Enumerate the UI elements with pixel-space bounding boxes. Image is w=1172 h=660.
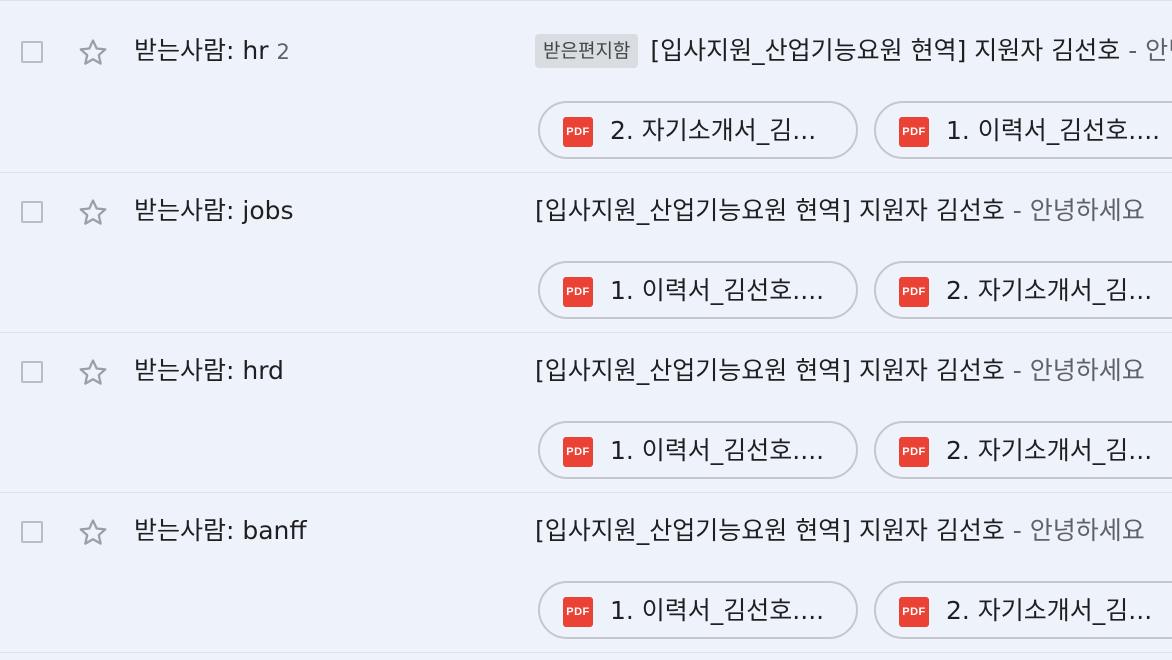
star-icon[interactable] (76, 356, 110, 390)
recipient-name: 받는사람: hrd (134, 356, 284, 385)
attachment-chip[interactable]: PDF 2. 자기소개서_김... (874, 581, 1172, 639)
email-row[interactable]: 받는사람: jobs [입사지원_산업기능요원 현역] 지원자 김선호 - 안녕… (0, 173, 1172, 333)
recipient-name: 받는사람: banff (134, 516, 307, 545)
pdf-icon: PDF (899, 437, 929, 467)
select-checkbox[interactable] (21, 521, 43, 543)
subject-line: 받은편지함 [입사지원_산업기능요원 현역] 지원자 김선호 - 안녕하세요 (535, 33, 1172, 69)
recipient: 받는사람: banff (134, 513, 307, 549)
snippet: - 안녕하세요 (1004, 356, 1145, 385)
subject: [입사지원_산업기능요원 현역] 지원자 김선호 (535, 516, 1005, 545)
attachment-chip[interactable]: PDF 2. 자기소개서_김... (538, 101, 858, 159)
star-icon[interactable] (76, 36, 110, 70)
select-checkbox[interactable] (21, 41, 43, 63)
pdf-icon: PDF (563, 117, 593, 147)
pdf-icon: PDF (899, 277, 929, 307)
pdf-icon: PDF (563, 437, 593, 467)
subject: [입사지원_산업기능요원 현역] 지원자 김선호 (535, 356, 1005, 385)
select-checkbox[interactable] (21, 361, 43, 383)
attachment-chip[interactable]: PDF 1. 이력서_김선호.... (538, 261, 858, 319)
attachment-name: 1. 이력서_김선호.... (610, 436, 825, 465)
star-icon[interactable] (76, 196, 110, 230)
recipient-name: 받는사람: jobs (134, 196, 294, 225)
snippet: - 안녕하세요 (1004, 516, 1145, 545)
attachment-name: 2. 자기소개서_김... (946, 596, 1153, 625)
attachment-chip[interactable]: PDF 2. 자기소개서_김... (874, 421, 1172, 479)
attachment-name: 2. 자기소개서_김... (946, 276, 1153, 305)
recipient: 받는사람: jobs (134, 193, 294, 229)
select-checkbox[interactable] (21, 201, 43, 223)
attachment-name: 1. 이력서_김선호.... (610, 276, 825, 305)
snippet: - 안녕하세요 (1128, 36, 1172, 65)
attachment-name: 1. 이력서_김선호.... (610, 596, 825, 625)
attachment-name: 1. 이력서_김선호.... (946, 116, 1161, 145)
thread-count: 2 (276, 40, 290, 64)
subject-line: [입사지원_산업기능요원 현역] 지원자 김선호 - 안녕하세요 (535, 353, 1145, 389)
pdf-icon: PDF (899, 597, 929, 627)
recipient: 받는사람: hrd (134, 353, 284, 389)
pdf-icon: PDF (563, 277, 593, 307)
inbox-label[interactable]: 받은편지함 (535, 34, 639, 68)
attachment-chip[interactable]: PDF 2. 자기소개서_김... (874, 261, 1172, 319)
recipient: 받는사람: hr 2 (134, 33, 290, 70)
attachment-name: 2. 자기소개서_김... (610, 116, 817, 145)
attachment-chip[interactable]: PDF 1. 이력서_김선호.... (874, 101, 1172, 159)
subject: [입사지원_산업기능요원 현역] 지원자 김선호 (650, 36, 1121, 65)
subject: [입사지원_산업기능요원 현역] 지원자 김선호 (535, 196, 1005, 225)
attachment-chip[interactable]: PDF 1. 이력서_김선호.... (538, 421, 858, 479)
email-list: 받는사람: hr 2 받은편지함 [입사지원_산업기능요원 현역] 지원자 김선호 … (0, 0, 1172, 660)
snippet: - 안녕하세요 (1004, 196, 1145, 225)
recipient-name: 받는사람: hr (134, 36, 269, 65)
email-row[interactable]: 받는사람: hr 2 받은편지함 [입사지원_산업기능요원 현역] 지원자 김선호 … (0, 13, 1172, 173)
attachment-name: 2. 자기소개서_김... (946, 436, 1153, 465)
pdf-icon: PDF (899, 117, 929, 147)
email-row[interactable]: 받는사람: banff [입사지원_산업기능요원 현역] 지원자 김선호 - 안… (0, 493, 1172, 653)
star-icon[interactable] (76, 516, 110, 550)
email-row[interactable]: 받는사람: hrd [입사지원_산업기능요원 현역] 지원자 김선호 - 안녕하… (0, 333, 1172, 493)
attachment-chip[interactable]: PDF 1. 이력서_김선호.... (538, 581, 858, 639)
subject-line: [입사지원_산업기능요원 현역] 지원자 김선호 - 안녕하세요 (535, 513, 1145, 549)
subject-line: [입사지원_산업기능요원 현역] 지원자 김선호 - 안녕하세요 (535, 193, 1145, 229)
pdf-icon: PDF (563, 597, 593, 627)
